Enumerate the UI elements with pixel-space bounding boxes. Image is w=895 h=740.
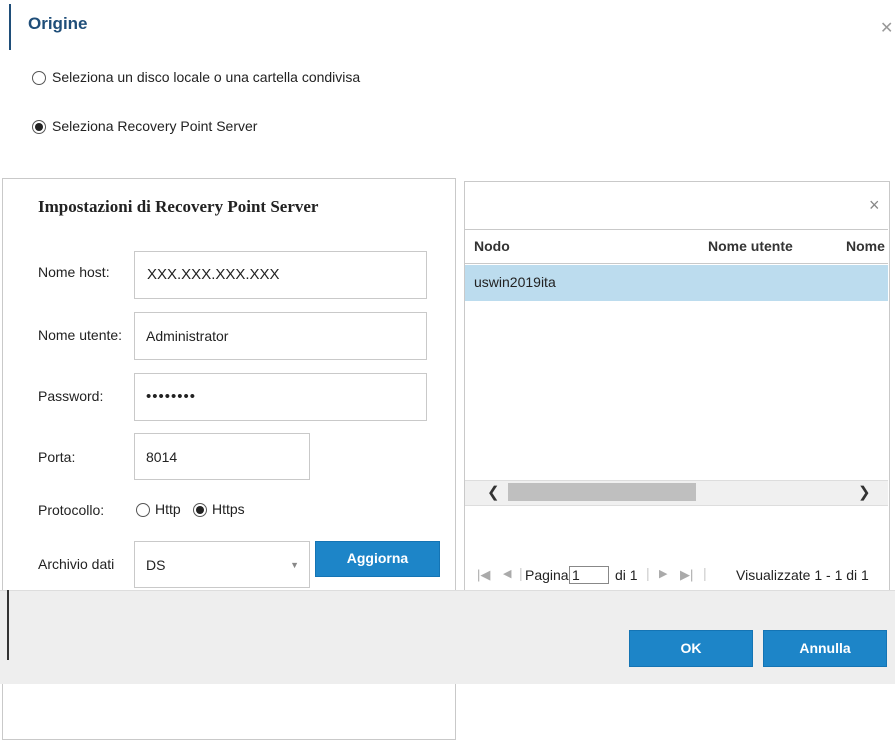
first-page-icon[interactable]: |◀	[477, 567, 490, 583]
radio-http-label: Http	[155, 501, 181, 517]
column-header-nome-utente[interactable]: Nome utente	[708, 238, 793, 254]
pager-summary: Visualizzate 1 - 1 di 1	[736, 567, 869, 583]
grid-header	[465, 230, 888, 264]
dialog-footer	[0, 590, 895, 684]
dialog-title: Origine	[28, 14, 88, 33]
dialog-titlebar: Origine ✕	[0, 0, 895, 52]
cancel-button[interactable]: Annulla	[763, 630, 887, 667]
radio-local-source-label: Seleziona un disco locale o una cartella…	[52, 69, 361, 85]
chevron-down-icon: ▼	[290, 560, 299, 570]
row-cell-nodo: uswin2019ita	[474, 274, 556, 290]
refresh-button[interactable]: Aggiorna	[315, 541, 440, 577]
next-page-icon[interactable]: ▶	[659, 567, 667, 580]
datastore-select[interactable]: DS ▼	[134, 541, 310, 588]
datastore-label: Archivio dati	[38, 556, 115, 572]
radio-http[interactable]	[136, 503, 150, 517]
clear-search-icon[interactable]: ×	[869, 195, 880, 216]
pager-divider: |	[519, 565, 523, 581]
table-row[interactable]: uswin2019ita	[465, 265, 888, 301]
prev-page-icon[interactable]: ◀	[503, 567, 511, 580]
column-header-nodo[interactable]: Nodo	[474, 238, 510, 254]
host-input[interactable]: XXX.XXX.XXX.XXX	[134, 251, 427, 299]
close-icon[interactable]: ✕	[880, 18, 893, 38]
column-header-nome[interactable]: Nome	[846, 238, 885, 254]
radio-https[interactable]	[193, 503, 207, 517]
port-input[interactable]: 8014	[134, 433, 310, 480]
horizontal-scrollbar[interactable]: ❮ ❯	[465, 480, 888, 506]
scroll-left-icon[interactable]: ❮	[487, 483, 500, 501]
footer-edge	[7, 590, 9, 660]
page-input[interactable]: 1	[569, 566, 609, 584]
radio-rps-source-label: Seleziona Recovery Point Server	[52, 118, 258, 134]
password-input[interactable]: ••••••••	[134, 373, 427, 421]
pager-divider: |	[703, 565, 707, 581]
radio-local-source[interactable]	[32, 71, 46, 85]
pager: |◀ ◀ | Pagina 1 di 1 | ▶ ▶| | Visualizza…	[465, 560, 888, 590]
port-label: Porta:	[38, 449, 76, 465]
page-label: Pagina	[525, 567, 569, 583]
radio-rps-source[interactable]	[32, 120, 46, 134]
password-label: Password:	[38, 388, 104, 404]
rps-settings-title: Impostazioni di Recovery Point Server	[38, 197, 319, 216]
protocol-label: Protocollo:	[38, 502, 105, 518]
pager-divider: |	[646, 565, 650, 581]
host-label: Nome host:	[38, 264, 110, 280]
ok-button[interactable]: OK	[629, 630, 753, 667]
user-label: Nome utente:	[38, 327, 123, 343]
page-total-label: di 1	[615, 567, 638, 583]
scroll-right-icon[interactable]: ❯	[858, 483, 871, 501]
datastore-value: DS	[146, 557, 166, 573]
grid-search-bar[interactable]	[465, 182, 888, 230]
last-page-icon[interactable]: ▶|	[680, 567, 693, 583]
title-accent-bar	[9, 4, 11, 50]
scrollbar-thumb[interactable]	[508, 483, 696, 501]
username-input[interactable]: Administrator	[134, 312, 427, 360]
radio-https-label: Https	[212, 501, 245, 517]
